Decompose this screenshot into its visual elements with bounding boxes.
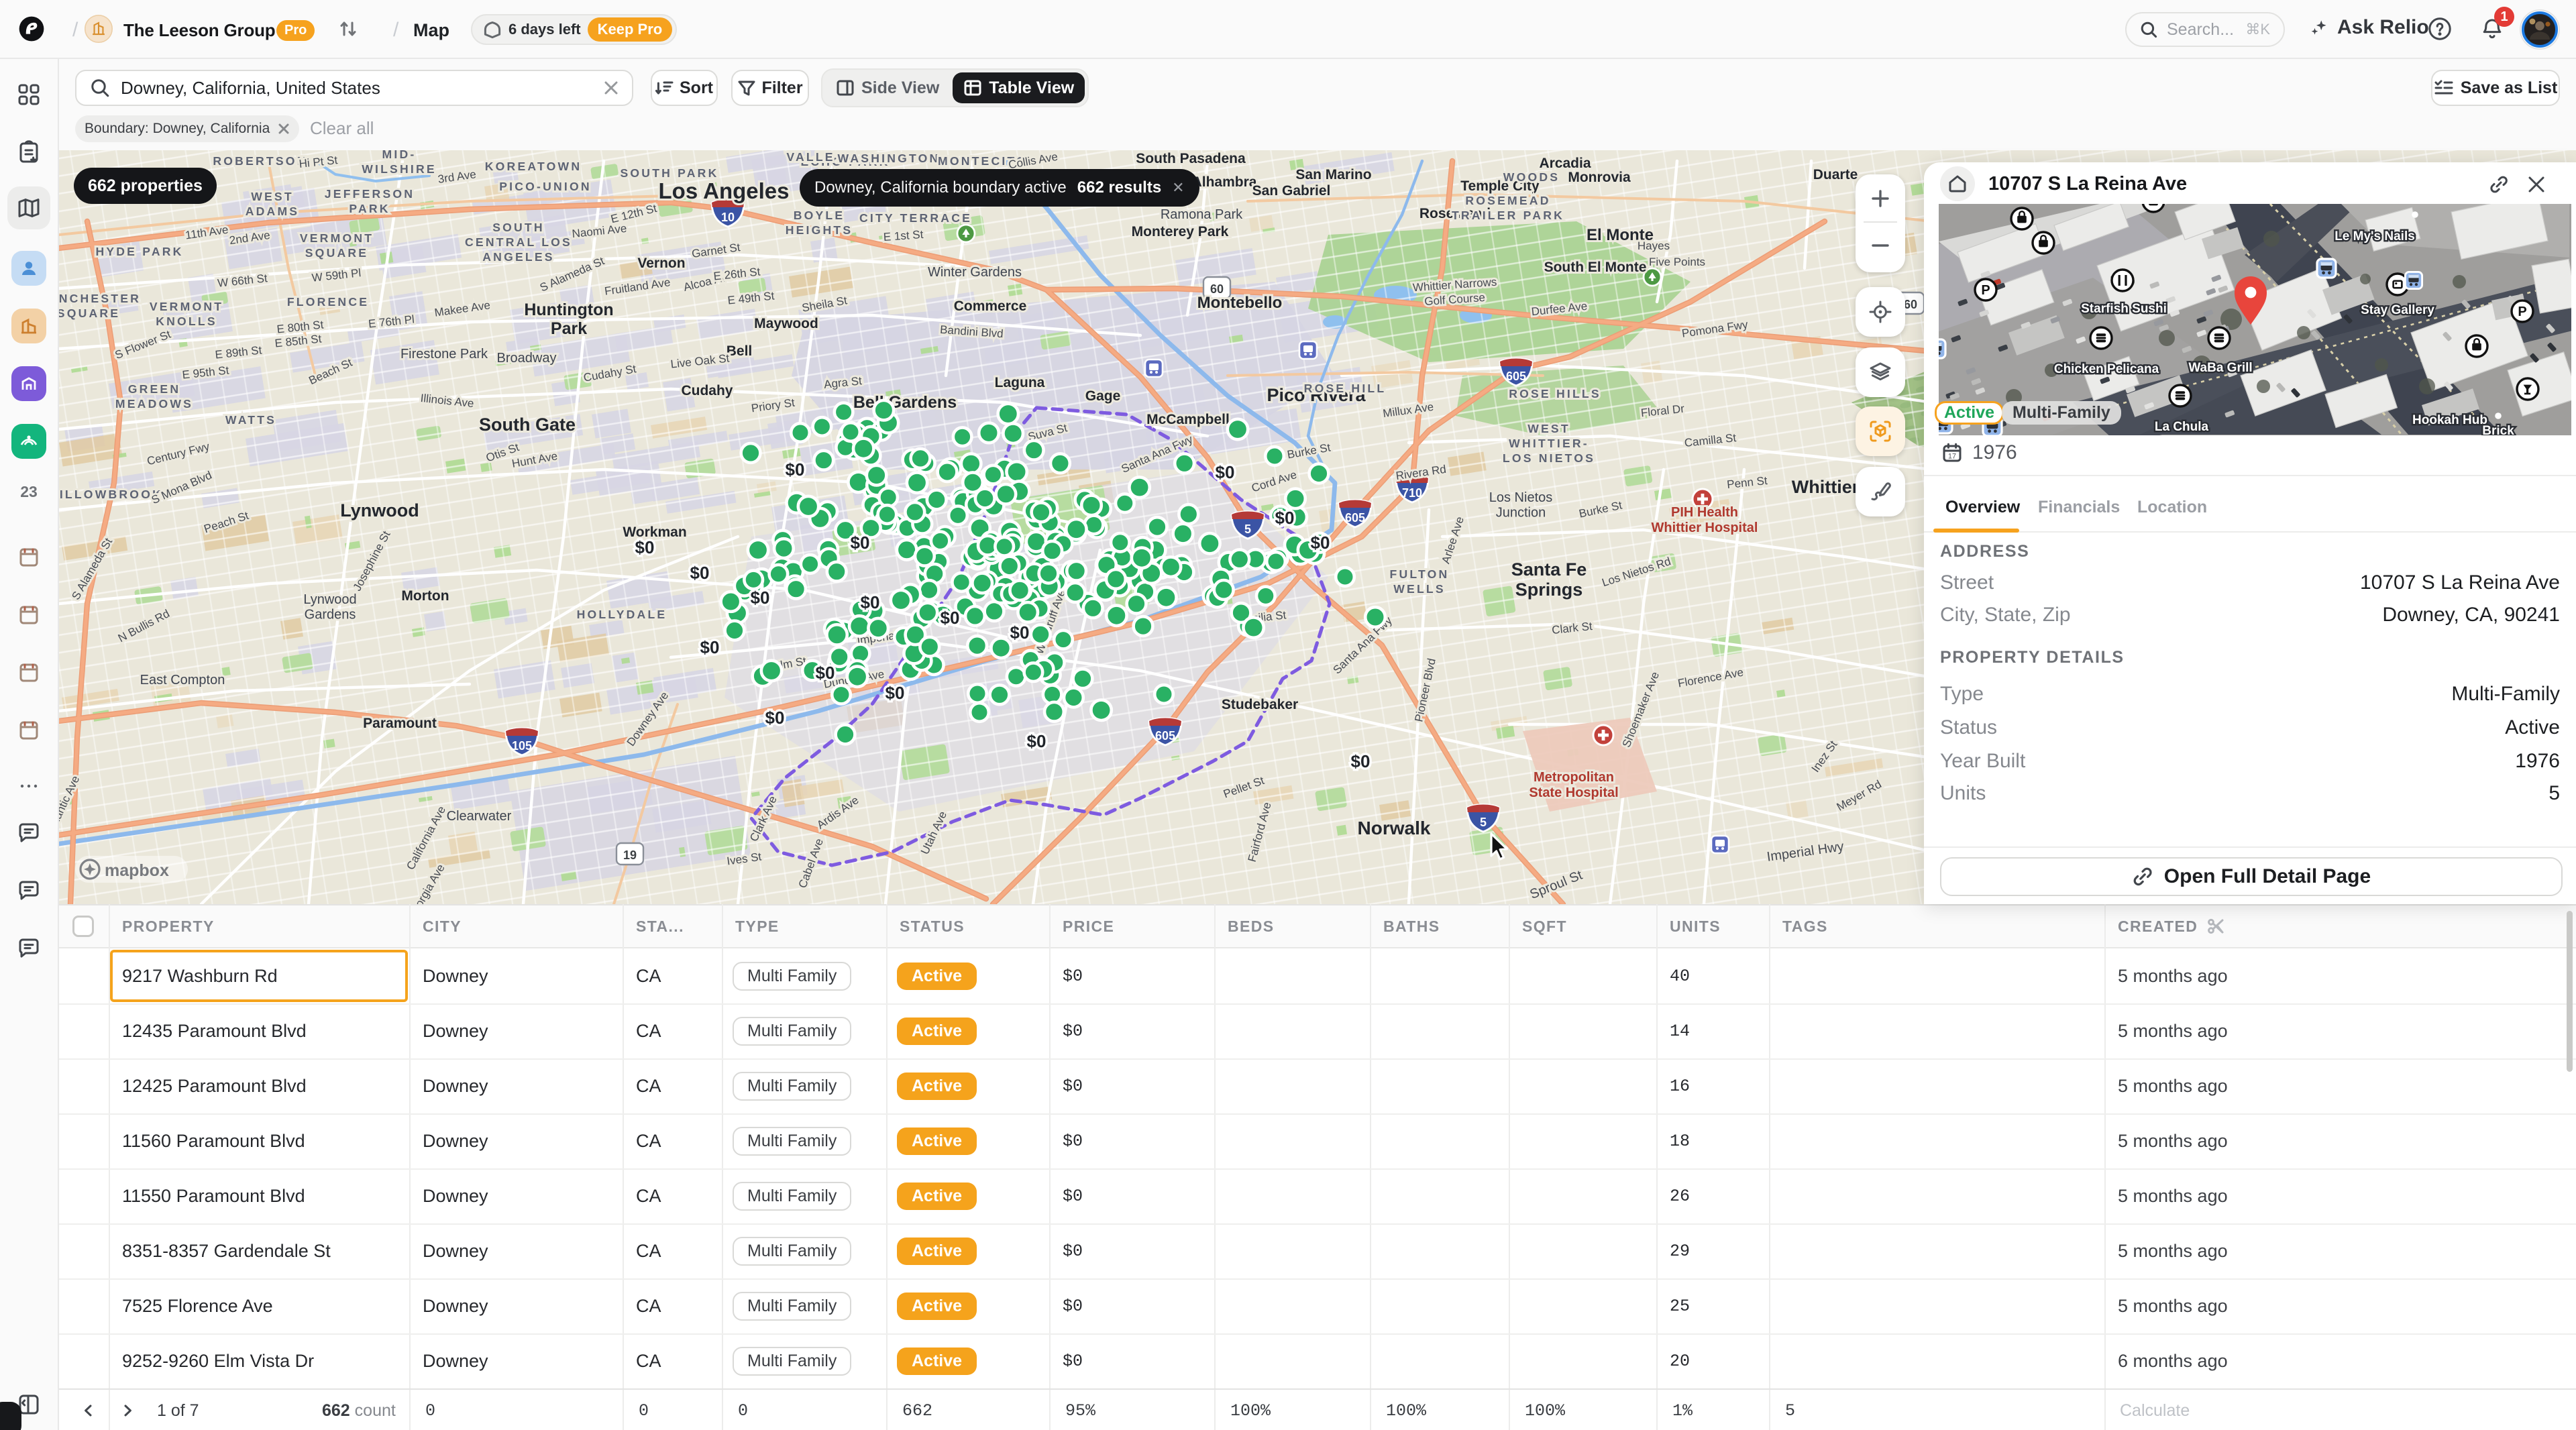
svg-text:$0: $0 xyxy=(851,533,870,553)
svg-text:Chicken Pelicana: Chicken Pelicana xyxy=(2054,362,2159,376)
svg-text:ROSE HILLS: ROSE HILLS xyxy=(1509,387,1601,400)
svg-text:South Gate: South Gate xyxy=(479,415,576,435)
svg-text:$0: $0 xyxy=(700,637,720,657)
svg-text:Los Angeles: Los Angeles xyxy=(659,178,790,203)
svg-text:Hookah Hub: Hookah Hub xyxy=(2412,413,2487,427)
svg-text:Paramount: Paramount xyxy=(363,716,437,731)
svg-text:5: 5 xyxy=(1244,522,1251,536)
svg-text:SOUTH PARK: SOUTH PARK xyxy=(620,166,718,180)
svg-text:Norwalk: Norwalk xyxy=(1358,818,1431,838)
svg-text:Vernon: Vernon xyxy=(637,256,685,271)
svg-text:Stay Gallery: Stay Gallery xyxy=(2361,303,2434,317)
svg-text:710: 710 xyxy=(1402,486,1422,500)
svg-text:$0: $0 xyxy=(1216,462,1235,482)
svg-text:Santa FeSprings: Santa FeSprings xyxy=(1511,559,1587,600)
svg-text:San Gabriel: San Gabriel xyxy=(1252,183,1331,199)
svg-text:$0: $0 xyxy=(1027,731,1046,751)
svg-text:Morton: Morton xyxy=(401,588,449,604)
svg-text:PICO-UNION: PICO-UNION xyxy=(499,180,592,193)
svg-text:105: 105 xyxy=(512,739,532,753)
svg-text:South Pasadena: South Pasadena xyxy=(1136,151,1246,166)
svg-text:WATTS: WATTS xyxy=(225,413,276,427)
svg-text:Starfish Sushi: Starfish Sushi xyxy=(2081,302,2167,316)
svg-text:$0: $0 xyxy=(751,588,770,608)
svg-text:Workman: Workman xyxy=(623,525,686,540)
svg-text:P: P xyxy=(1981,283,1990,298)
svg-text:FLORENCE: FLORENCE xyxy=(287,295,369,309)
svg-text:Bell Gardens: Bell Gardens xyxy=(853,393,957,412)
svg-text:Monterey Park: Monterey Park xyxy=(1132,224,1229,239)
svg-text:WILLOWBROOK: WILLOWBROOK xyxy=(59,488,163,501)
svg-text:HYDE PARK: HYDE PARK xyxy=(95,245,183,258)
svg-text:$0: $0 xyxy=(786,459,805,480)
svg-text:$0: $0 xyxy=(885,683,905,703)
svg-text:Monrovia: Monrovia xyxy=(1568,170,1631,185)
svg-text:Duarte: Duarte xyxy=(1813,167,1858,182)
svg-text:Firestone Park: Firestone Park xyxy=(400,347,488,362)
svg-text:ROBERTSON: ROBERTSON xyxy=(213,154,307,168)
svg-text:$0: $0 xyxy=(635,537,655,557)
svg-text:HOLLYDALE: HOLLYDALE xyxy=(577,608,667,621)
svg-text:WOODS: WOODS xyxy=(1503,170,1560,184)
svg-text:$0: $0 xyxy=(690,563,710,583)
svg-text:$0: $0 xyxy=(1275,508,1295,528)
svg-text:P: P xyxy=(2518,305,2526,319)
svg-text:WaBa Grill: WaBa Grill xyxy=(2188,361,2252,375)
svg-text:MetropolitanState Hospital: MetropolitanState Hospital xyxy=(1529,770,1618,800)
svg-text:Lynwood: Lynwood xyxy=(340,500,419,520)
svg-text:San Marino: San Marino xyxy=(1295,167,1371,182)
svg-text:Arcadia: Arcadia xyxy=(1539,156,1591,171)
svg-text:Bell: Bell xyxy=(727,343,753,359)
svg-text:Montebello: Montebello xyxy=(1197,294,1283,312)
svg-text:5: 5 xyxy=(1480,816,1487,829)
svg-text:KOREATOWN: KOREATOWN xyxy=(485,160,582,173)
svg-text:$0: $0 xyxy=(765,708,785,728)
svg-text:Whittier: Whittier xyxy=(1792,477,1860,497)
svg-text:$0: $0 xyxy=(941,608,960,628)
svg-text:Brick: Brick xyxy=(2482,424,2514,435)
svg-text:605: 605 xyxy=(1155,729,1175,742)
svg-text:$0: $0 xyxy=(1311,533,1330,553)
svg-text:Clearwater: Clearwater xyxy=(447,809,512,824)
svg-text:Maywood: Maywood xyxy=(754,316,818,331)
svg-text:South El Monte: South El Monte xyxy=(1544,260,1647,275)
svg-text:ROSE HILL: ROSE HILL xyxy=(1304,382,1387,395)
svg-text:WASHINGTON: WASHINGTON xyxy=(838,152,941,165)
svg-text:Alhambra: Alhambra xyxy=(1192,174,1257,190)
svg-text:$0: $0 xyxy=(1351,751,1371,771)
svg-text:McCampbell: McCampbell xyxy=(1146,412,1230,427)
svg-text:East Compton: East Compton xyxy=(140,673,225,688)
svg-text:Le My's Nails: Le My's Nails xyxy=(2334,229,2415,243)
svg-text:Broadway: Broadway xyxy=(497,351,557,366)
svg-text:10: 10 xyxy=(721,211,735,224)
svg-text:Winter Gardens: Winter Gardens xyxy=(928,265,1022,280)
svg-text:LynwoodGardens: LynwoodGardens xyxy=(303,592,356,622)
svg-text:La Chula: La Chula xyxy=(2155,420,2209,434)
svg-text:$0: $0 xyxy=(1010,622,1030,643)
svg-text:Los NietosJunction: Los NietosJunction xyxy=(1489,490,1553,520)
svg-text:17: 17 xyxy=(1948,452,1956,460)
svg-text:Five Points: Five Points xyxy=(1649,256,1705,268)
svg-text:Gage: Gage xyxy=(1085,388,1121,404)
svg-text:605: 605 xyxy=(1345,511,1365,525)
svg-text:605: 605 xyxy=(1506,370,1526,383)
svg-text:CITY TERRACE: CITY TERRACE xyxy=(859,211,972,225)
svg-text:60: 60 xyxy=(1904,298,1917,311)
svg-text:Cudahy: Cudahy xyxy=(681,383,733,398)
svg-text:Commerce: Commerce xyxy=(954,298,1027,314)
svg-text:VALLEY: VALLEY xyxy=(786,150,845,164)
svg-text:Ramona Park: Ramona Park xyxy=(1161,207,1243,222)
svg-text:Laguna: Laguna xyxy=(995,375,1045,390)
svg-text:19: 19 xyxy=(623,848,637,862)
svg-text:mapbox: mapbox xyxy=(105,861,169,880)
svg-text:Studebaker: Studebaker xyxy=(1222,697,1298,712)
svg-text:Hayes: Hayes xyxy=(1638,239,1670,252)
svg-text:$0: $0 xyxy=(816,663,835,683)
svg-text:$0: $0 xyxy=(861,592,880,612)
